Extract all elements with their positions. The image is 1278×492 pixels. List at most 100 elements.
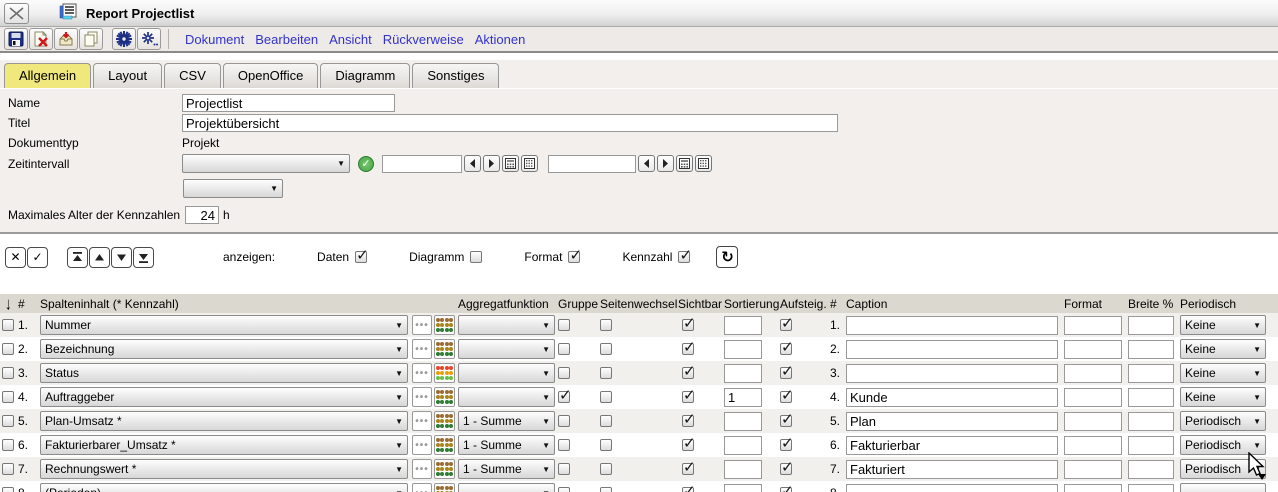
aufsteig-checkbox[interactable] bbox=[780, 343, 792, 355]
row-select-checkbox[interactable] bbox=[2, 487, 14, 492]
aggregate-select[interactable]: 1 - Summe▼ bbox=[458, 411, 555, 431]
deselect-all-button[interactable]: ✕ bbox=[5, 247, 26, 268]
format-input[interactable] bbox=[1064, 484, 1122, 492]
seitenwechsel-checkbox[interactable] bbox=[600, 439, 612, 451]
caption-input[interactable] bbox=[846, 412, 1058, 431]
column-content-select[interactable]: Rechnungswert *▼ bbox=[40, 459, 408, 479]
format-input[interactable] bbox=[1064, 460, 1122, 479]
ellipsis-button[interactable]: ••• bbox=[412, 387, 432, 407]
color-grid-icon[interactable] bbox=[434, 339, 455, 359]
periodisch-select[interactable]: Keine▼ bbox=[1180, 387, 1266, 407]
breite-input[interactable] bbox=[1128, 460, 1174, 479]
color-grid-icon[interactable] bbox=[434, 315, 455, 335]
ellipsis-button[interactable]: ••• bbox=[412, 411, 432, 431]
gruppe-checkbox[interactable] bbox=[558, 319, 570, 331]
row-select-checkbox[interactable] bbox=[2, 391, 14, 403]
tab-diagramm[interactable]: Diagramm bbox=[320, 63, 410, 88]
format-input[interactable] bbox=[1064, 364, 1122, 383]
tab-allgemein[interactable]: Allgemein bbox=[4, 63, 91, 88]
sortierung-input[interactable] bbox=[724, 388, 762, 407]
ellipsis-button[interactable]: ••• bbox=[412, 435, 432, 455]
menu-dokument[interactable]: Dokument bbox=[185, 32, 244, 47]
tab-csv[interactable]: CSV bbox=[164, 63, 221, 88]
breite-input[interactable] bbox=[1128, 412, 1174, 431]
menu-aktionen[interactable]: Aktionen bbox=[475, 32, 526, 47]
caption-input[interactable] bbox=[846, 388, 1058, 407]
menu-ansicht[interactable]: Ansicht bbox=[329, 32, 372, 47]
close-button[interactable] bbox=[4, 3, 29, 24]
aggregate-select[interactable]: ▼ bbox=[458, 363, 555, 383]
save-button[interactable] bbox=[4, 28, 28, 50]
format-checkbox[interactable] bbox=[568, 251, 580, 263]
caption-input[interactable] bbox=[846, 460, 1058, 479]
move-top-button[interactable] bbox=[67, 247, 88, 268]
gruppe-checkbox[interactable] bbox=[558, 367, 570, 379]
kennzahl-checkbox[interactable] bbox=[678, 251, 690, 263]
column-content-select[interactable]: Plan-Umsatz *▼ bbox=[40, 411, 408, 431]
titel-field[interactable] bbox=[182, 114, 838, 132]
format-input[interactable] bbox=[1064, 340, 1122, 359]
ellipsis-button[interactable]: ••• bbox=[412, 459, 432, 479]
tab-layout[interactable]: Layout bbox=[93, 63, 162, 88]
gruppe-checkbox[interactable] bbox=[558, 391, 570, 403]
periodisch-select[interactable]: Periodisch▼ bbox=[1180, 459, 1266, 479]
aggregate-select[interactable]: ▼ bbox=[458, 483, 555, 492]
periodisch-select[interactable]: Keine▼ bbox=[1180, 315, 1266, 335]
breite-input[interactable] bbox=[1128, 388, 1174, 407]
format-input[interactable] bbox=[1064, 412, 1122, 431]
ellipsis-button[interactable]: ••• bbox=[412, 363, 432, 383]
aufsteig-checkbox[interactable] bbox=[780, 415, 792, 427]
row-select-checkbox[interactable] bbox=[2, 439, 14, 451]
aggregate-select[interactable]: 1 - Summe▼ bbox=[458, 435, 555, 455]
date-to-next-button[interactable] bbox=[657, 155, 674, 172]
sortierung-input[interactable] bbox=[724, 364, 762, 383]
breite-input[interactable] bbox=[1128, 316, 1174, 335]
date-from-calendar-button[interactable] bbox=[502, 155, 519, 172]
ellipsis-button[interactable]: ••• bbox=[412, 315, 432, 335]
date-from-prev-button[interactable] bbox=[464, 155, 481, 172]
zeitintervall-select[interactable]: ▼ bbox=[182, 154, 350, 173]
aufsteig-checkbox[interactable] bbox=[780, 487, 792, 492]
date-to-input[interactable] bbox=[548, 155, 636, 173]
aggregate-select[interactable]: ▼ bbox=[458, 315, 555, 335]
column-content-select[interactable]: Nummer▼ bbox=[40, 315, 408, 335]
aggregate-select[interactable]: 1 - Summe▼ bbox=[458, 459, 555, 479]
max-alter-input[interactable] bbox=[185, 206, 219, 224]
periodisch-select[interactable]: Periodisch▼ bbox=[1180, 435, 1266, 455]
menu-rueckverweise[interactable]: Rückverweise bbox=[383, 32, 464, 47]
daten-checkbox[interactable] bbox=[355, 251, 367, 263]
gruppe-checkbox[interactable] bbox=[558, 487, 570, 492]
row-select-checkbox[interactable] bbox=[2, 343, 14, 355]
sort-direction-icon[interactable]: ↓ bbox=[5, 294, 12, 314]
column-content-select[interactable]: (Perioden)▼ bbox=[40, 483, 408, 492]
sichtbar-checkbox[interactable] bbox=[682, 391, 694, 403]
aggregate-select[interactable]: ▼ bbox=[458, 387, 555, 407]
sichtbar-checkbox[interactable] bbox=[682, 319, 694, 331]
color-grid-icon[interactable] bbox=[434, 483, 455, 492]
menu-bearbeiten[interactable]: Bearbeiten bbox=[255, 32, 318, 47]
delete-button[interactable] bbox=[29, 28, 53, 50]
color-grid-icon[interactable] bbox=[434, 459, 455, 479]
aufsteig-checkbox[interactable] bbox=[780, 439, 792, 451]
gruppe-checkbox[interactable] bbox=[558, 343, 570, 355]
gruppe-checkbox[interactable] bbox=[558, 463, 570, 475]
move-bottom-button[interactable] bbox=[133, 247, 154, 268]
sortierung-input[interactable] bbox=[724, 340, 762, 359]
date-to-prev-button[interactable] bbox=[638, 155, 655, 172]
format-input[interactable] bbox=[1064, 316, 1122, 335]
row-select-checkbox[interactable] bbox=[2, 319, 14, 331]
periodisch-select[interactable]: ▼ bbox=[1180, 483, 1266, 492]
sichtbar-checkbox[interactable] bbox=[682, 343, 694, 355]
seitenwechsel-checkbox[interactable] bbox=[600, 319, 612, 331]
sortierung-input[interactable] bbox=[724, 484, 762, 492]
sortierung-input[interactable] bbox=[724, 412, 762, 431]
periodisch-select[interactable]: Keine▼ bbox=[1180, 339, 1266, 359]
column-content-select[interactable]: Fakturierbarer_Umsatz *▼ bbox=[40, 435, 408, 455]
column-content-select[interactable]: Status▼ bbox=[40, 363, 408, 383]
date-to-calendar2-button[interactable] bbox=[695, 155, 712, 172]
caption-input[interactable] bbox=[846, 340, 1058, 359]
sortierung-input[interactable] bbox=[724, 316, 762, 335]
periodisch-select[interactable]: Periodisch▼ bbox=[1180, 411, 1266, 431]
row-select-checkbox[interactable] bbox=[2, 463, 14, 475]
seitenwechsel-checkbox[interactable] bbox=[600, 463, 612, 475]
